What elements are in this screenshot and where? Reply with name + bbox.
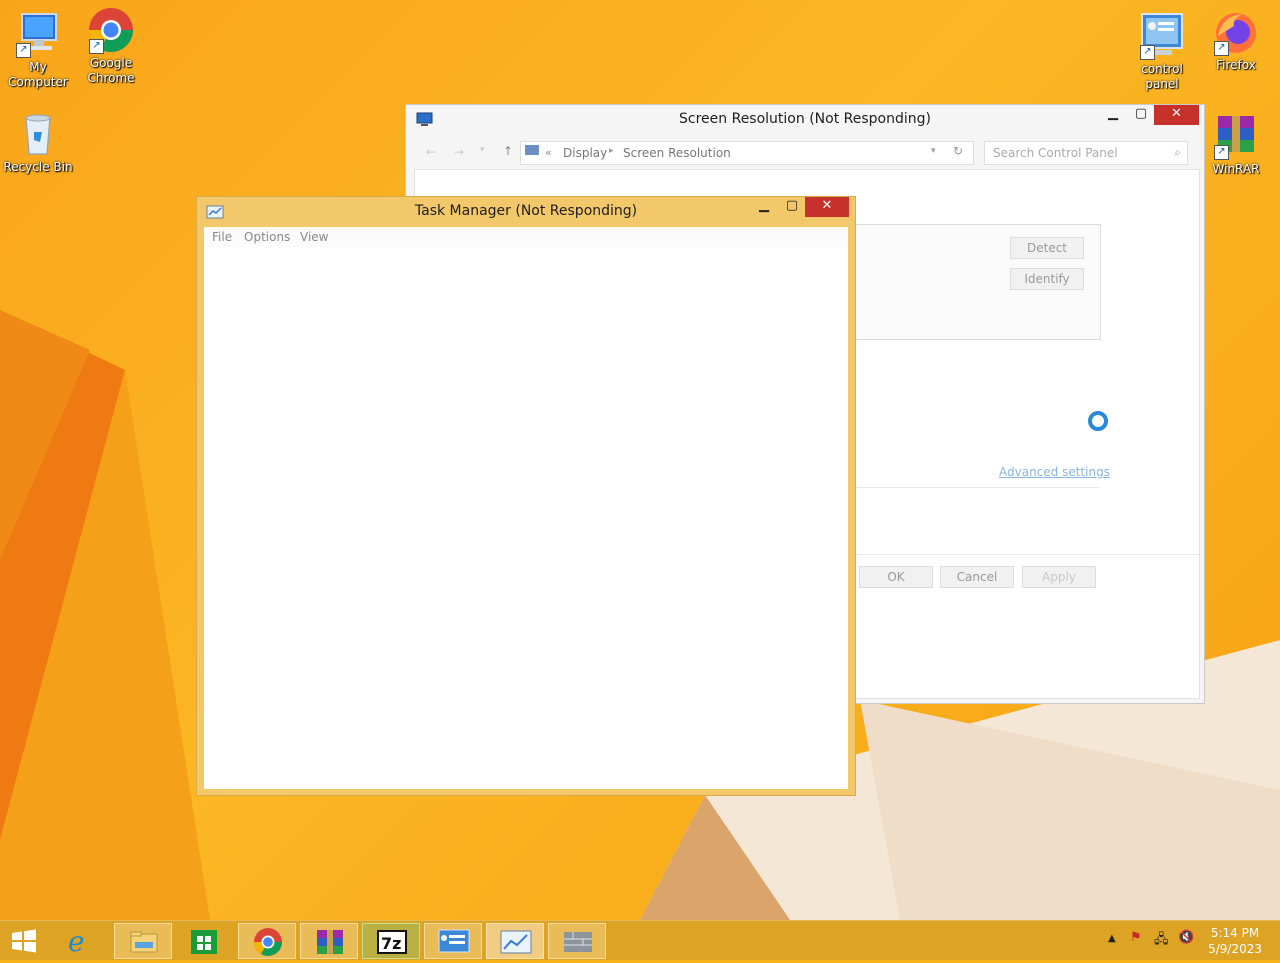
clock-date: 5/9/2023 — [1208, 942, 1262, 956]
taskbar-winrar[interactable] — [300, 923, 358, 959]
maximize-button[interactable]: ▢ — [1128, 105, 1154, 125]
recycle-bin-icon[interactable]: Recycle Bin — [0, 110, 76, 175]
control-panel-icon — [438, 929, 470, 953]
taskbar-chrome[interactable] — [238, 923, 296, 959]
breadcrumb-back-chevron: « — [545, 146, 552, 159]
winrar-label: WinRAR — [1212, 162, 1260, 176]
store-icon — [191, 930, 217, 954]
winrar-icon — [317, 930, 343, 954]
breadcrumb-separator-icon: ▸ — [609, 146, 614, 156]
breadcrumb-display[interactable]: Display — [563, 146, 607, 160]
address-dropdown-icon[interactable]: ▾ — [931, 146, 936, 156]
firefox-desktop-icon[interactable]: ↗ Firefox — [1198, 8, 1274, 73]
screen-resolution-title: Screen Resolution (Not Responding) — [679, 111, 931, 127]
task-manager-window: Task Manager (Not Responding) ▁ ▢ ✕ File… — [196, 196, 856, 796]
menu-file[interactable]: File — [212, 230, 232, 244]
control-panel-desktop-icon[interactable]: ↗ control panel — [1124, 12, 1200, 92]
folder-icon — [130, 931, 158, 953]
close-button[interactable]: ✕ — [1154, 105, 1199, 125]
firewall-icon — [564, 932, 592, 952]
chrome-label: Google Chrome — [87, 56, 135, 85]
clock-time: 5:14 PM — [1210, 926, 1260, 940]
screen-resolution-titlebar[interactable]: Screen Resolution (Not Responding) ▁ ▢ ✕ — [406, 105, 1204, 135]
ok-button[interactable]: OK — [859, 566, 933, 588]
address-bar[interactable]: « Display ▸ Screen Resolution ▾ ↻ — [520, 141, 974, 165]
taskbar-internet-explorer[interactable]: e — [52, 923, 110, 959]
show-hidden-icons-icon[interactable]: ▲ — [1108, 933, 1116, 944]
taskbar-store[interactable] — [176, 923, 234, 959]
system-clock[interactable]: 5:14 PM 5/9/2023 — [1208, 925, 1262, 957]
up-arrow-icon[interactable]: ↑ — [503, 144, 513, 158]
taskbar-7zip[interactable]: 7z — [362, 923, 420, 959]
shortcut-arrow-icon: ↗ — [89, 39, 104, 54]
apply-button[interactable]: Apply — [1022, 566, 1096, 588]
firefox-label: Firefox — [1216, 58, 1256, 72]
search-icon: ⌕ — [1174, 145, 1181, 159]
task-manager-titlebar[interactable]: Task Manager (Not Responding) ▁ ▢ ✕ — [197, 197, 855, 227]
cancel-button[interactable]: Cancel — [940, 566, 1014, 588]
back-icon[interactable]: ← — [426, 145, 436, 159]
taskbar-control-panel[interactable] — [424, 923, 482, 959]
taskbar-task-manager[interactable] — [486, 923, 544, 959]
internet-explorer-icon: e — [68, 925, 85, 958]
search-input[interactable]: Search Control Panel ⌕ — [984, 141, 1188, 165]
detect-button[interactable]: Detect — [1010, 237, 1084, 259]
recycle-bin-label: Recycle Bin — [3, 160, 73, 174]
identify-button[interactable]: Identify — [1010, 268, 1084, 290]
busy-spinner-icon — [1088, 411, 1108, 431]
shortcut-arrow-icon: ↗ — [1214, 145, 1229, 160]
winrar-desktop-icon[interactable]: ↗ WinRAR — [1198, 112, 1274, 177]
refresh-icon[interactable]: ↻ — [953, 144, 963, 158]
taskbar-firewall[interactable] — [548, 923, 606, 959]
chrome-desktop-icon[interactable]: ↗ Google Chrome — [73, 6, 149, 86]
menu-bar: File Options View — [204, 227, 848, 247]
my-computer-icon[interactable]: ↗ My Computer — [0, 10, 76, 90]
chevron-down-icon[interactable]: ▾ — [480, 145, 485, 155]
windows-logo-icon — [12, 929, 36, 953]
minimize-button[interactable]: ▁ — [751, 197, 777, 217]
7zip-icon: 7z — [377, 930, 407, 954]
svg-text:e: e — [68, 925, 85, 958]
taskbar-file-explorer[interactable] — [114, 923, 172, 959]
breadcrumb-screen-resolution[interactable]: Screen Resolution — [623, 146, 731, 160]
action-center-flag-icon[interactable]: ⚑ — [1130, 930, 1142, 945]
chrome-icon — [254, 928, 282, 956]
start-button[interactable] — [6, 925, 42, 957]
trash-icon — [25, 114, 51, 155]
taskbar: e 7z ▲ ⚑ 🖧 🔇 5:14 PM 5/9/2023 — [0, 920, 1280, 960]
display-icon — [525, 145, 539, 155]
menu-view[interactable]: View — [300, 230, 328, 244]
desktop: ↗ My Computer ↗ Google Chrome Recycle Bi… — [0, 0, 1280, 920]
close-button[interactable]: ✕ — [805, 197, 849, 217]
minimize-button[interactable]: ▁ — [1100, 105, 1126, 125]
shortcut-arrow-icon: ↗ — [1140, 45, 1155, 60]
search-placeholder: Search Control Panel — [993, 146, 1118, 160]
forward-icon[interactable]: → — [454, 145, 464, 159]
task-manager-body: File Options View — [204, 227, 848, 789]
volume-muted-icon[interactable]: 🔇 — [1178, 930, 1194, 945]
shortcut-arrow-icon: ↗ — [16, 43, 31, 58]
svg-text:7z: 7z — [381, 934, 401, 953]
control-panel-label: control panel — [1141, 62, 1183, 91]
task-manager-icon — [500, 930, 532, 954]
shortcut-arrow-icon: ↗ — [1214, 41, 1229, 56]
network-icon[interactable]: 🖧 — [1154, 930, 1169, 952]
menu-options[interactable]: Options — [244, 230, 290, 244]
maximize-button[interactable]: ▢ — [779, 197, 805, 217]
my-computer-label: My Computer — [8, 60, 68, 89]
address-toolbar: ← → ▾ ↑ « Display ▸ Screen Resolution ▾ … — [414, 139, 1198, 167]
advanced-settings-link[interactable]: Advanced settings — [999, 465, 1110, 479]
